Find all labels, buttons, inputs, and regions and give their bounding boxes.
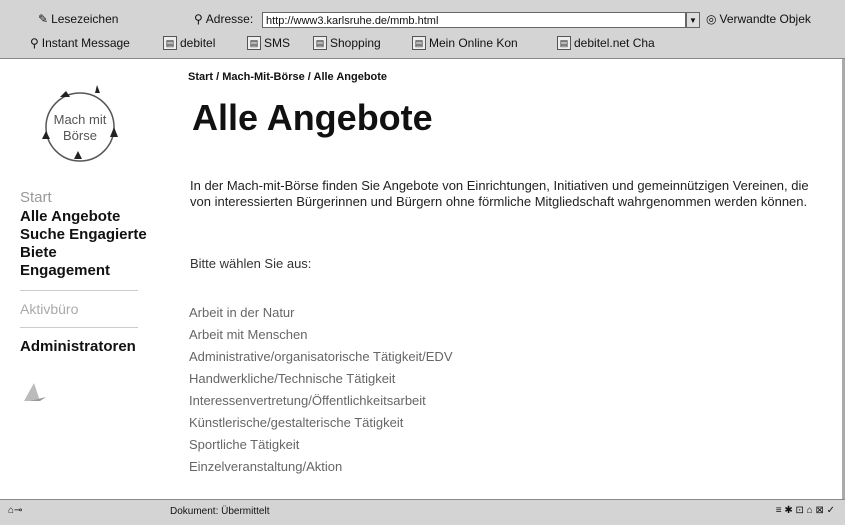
bookmarks-label: Lesezeichen <box>51 12 119 26</box>
breadcrumb: Start / Mach-Mit-Börse / Alle Angebote <box>188 71 388 83</box>
related-icon: ◎ <box>706 12 717 26</box>
sidebar-navigation: Start Alle Angebote Suche Engagierte Bie… <box>20 189 170 411</box>
bookmarks-button[interactable]: ✎ Lesezeichen <box>38 12 118 26</box>
security-icon: ⌂⊸ <box>8 505 23 516</box>
status-bar: ⌂⊸ Dokument: Übermittelt ≡ ✱ ⊡ ⌂ ⊠ ✓ <box>0 499 845 525</box>
personal-item-online-konto[interactable]: ▤ Mein Online Kon <box>412 36 518 50</box>
sidebar-divider <box>20 327 138 328</box>
sidebar-item-engagement[interactable]: Engagement <box>20 262 170 280</box>
sidebar-item-start[interactable]: Start <box>20 189 170 206</box>
category-link[interactable]: Arbeit mit Menschen <box>189 324 453 346</box>
personal-item-label: Shopping <box>330 36 381 50</box>
category-link[interactable]: Arbeit in der Natur <box>189 302 453 324</box>
personal-item-label: debitel <box>180 36 216 50</box>
personal-item-label: Instant Message <box>41 36 130 50</box>
address-field[interactable]: http://www3.karlsruhe.de/mmb.html <box>262 12 686 28</box>
sidebar-item-suche-engagierte[interactable]: Suche Engagierte <box>20 226 170 244</box>
bookmark-page-icon: ▤ <box>557 36 571 50</box>
bookmark-page-icon: ▤ <box>247 36 261 50</box>
mach-mit-boerse-logo[interactable]: Mach mit Börse <box>30 79 130 169</box>
category-link[interactable]: Künstlerische/gestalterische Tätigkeit <box>189 412 453 434</box>
bookmark-page-icon: ▤ <box>412 36 426 50</box>
logo-text-1: Mach mit <box>54 112 107 127</box>
intro-text: In der Mach-mit-Börse finden Sie Angebot… <box>190 178 809 209</box>
bookmark-page-icon: ▤ <box>163 36 177 50</box>
sidebar-item-administratoren[interactable]: Administratoren <box>20 338 170 355</box>
web-page: Mach mit Börse Start Alle Angebote Suche… <box>0 59 845 499</box>
related-button[interactable]: ◎ Verwandte Objek <box>706 12 811 26</box>
page-title: Alle Angebote <box>192 97 433 138</box>
sidebar-item-biete[interactable]: Biete <box>20 244 170 262</box>
address-icon: ⚲ <box>194 12 203 26</box>
personal-item-debitel[interactable]: ▤ debitel <box>163 36 215 50</box>
bookmark-icon: ✎ <box>38 12 49 26</box>
personal-item-instant-message[interactable]: ⚲ Instant Message <box>30 36 130 50</box>
category-link[interactable]: Sportliche Tätigkeit <box>189 434 453 456</box>
status-icons: ≡ ✱ ⊡ ⌂ ⊠ ✓ <box>775 505 835 516</box>
bookmark-page-icon: ▤ <box>313 36 327 50</box>
personal-item-label: SMS <box>264 36 291 50</box>
sidebar-divider <box>20 290 138 291</box>
personal-item-sms[interactable]: ▤ SMS <box>247 36 290 50</box>
navigation-toolbar: ✎ Lesezeichen ⚲ Adresse: http://www3.kar… <box>0 12 845 34</box>
instant-message-icon: ⚲ <box>30 36 39 50</box>
category-link[interactable]: Administrative/organisatorische Tätigkei… <box>189 346 453 368</box>
address-label: ⚲ Adresse: <box>194 12 253 26</box>
sidebar-item-aktivbuero[interactable]: Aktivbüro <box>20 301 170 317</box>
related-label: Verwandte Objek <box>719 12 811 26</box>
personal-item-debitel-chat[interactable]: ▤ debitel.net Cha <box>557 36 655 50</box>
category-link[interactable]: Handwerkliche/Technische Tätigkeit <box>189 368 453 390</box>
category-link[interactable]: Interessenvertretung/Öffentlichkeitsarbe… <box>189 390 453 412</box>
choose-prompt: Bitte wählen Sie aus: <box>190 256 312 271</box>
personal-item-label: debitel.net Cha <box>574 36 655 50</box>
personal-item-label: Mein Online Kon <box>429 36 518 50</box>
status-text: Dokument: Übermittelt <box>170 506 270 517</box>
browser-toolbar: ✎ Lesezeichen ⚲ Adresse: http://www3.kar… <box>0 0 845 59</box>
personal-item-shopping[interactable]: ▤ Shopping <box>313 36 381 50</box>
logo-text-2: Börse <box>63 128 97 143</box>
triangle-logo-icon <box>24 383 46 401</box>
sidebar-item-alle-angebote[interactable]: Alle Angebote <box>20 208 170 226</box>
personal-toolbar: ⚲ Instant Message ▤ debitel ▤ SMS ▤ Shop… <box>0 36 845 56</box>
category-list: Arbeit in der Natur Arbeit mit Menschen … <box>189 302 453 478</box>
category-link[interactable]: Einzelveranstaltung/Aktion <box>189 456 453 478</box>
address-dropdown-icon[interactable]: ▼ <box>686 12 700 28</box>
address-label-text: Adresse: <box>205 12 254 26</box>
